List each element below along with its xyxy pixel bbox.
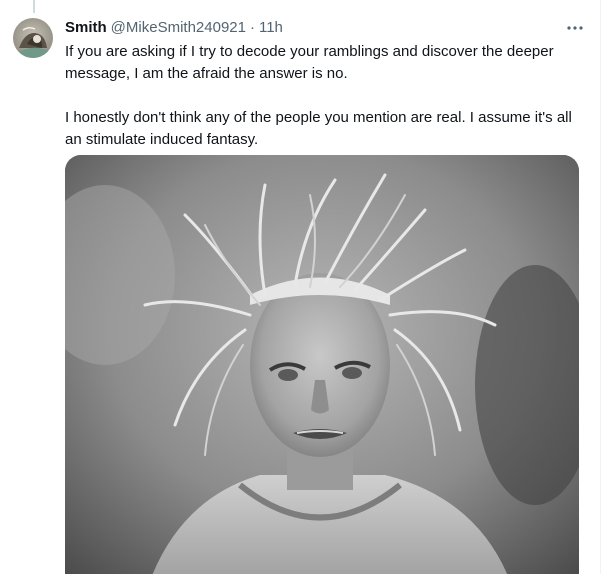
tweet-container: Smith @MikeSmith240921 · 11h If you are … [0,0,601,574]
more-horizontal-icon [567,26,583,30]
more-options-button[interactable] [563,18,587,38]
author-handle[interactable]: @MikeSmith240921 [111,18,246,38]
tweet-paragraph: I honestly don't think any of the people… [65,109,572,148]
tweet-paragraph: If you are asking if I try to decode you… [65,43,554,82]
tweet-timestamp[interactable]: 11h [259,18,283,38]
author-display-name[interactable]: Smith [65,18,107,38]
avatar[interactable] [13,18,53,58]
thread-connector-line [33,0,35,13]
tweet-text: If you are asking if I try to decode you… [65,41,587,151]
tweet-header: Smith @MikeSmith240921 · 11h [65,18,587,38]
tweet-media-photo[interactable] [65,155,579,574]
avatar-image [13,18,53,58]
photo-image [65,155,579,574]
header-separator: · [249,19,255,36]
